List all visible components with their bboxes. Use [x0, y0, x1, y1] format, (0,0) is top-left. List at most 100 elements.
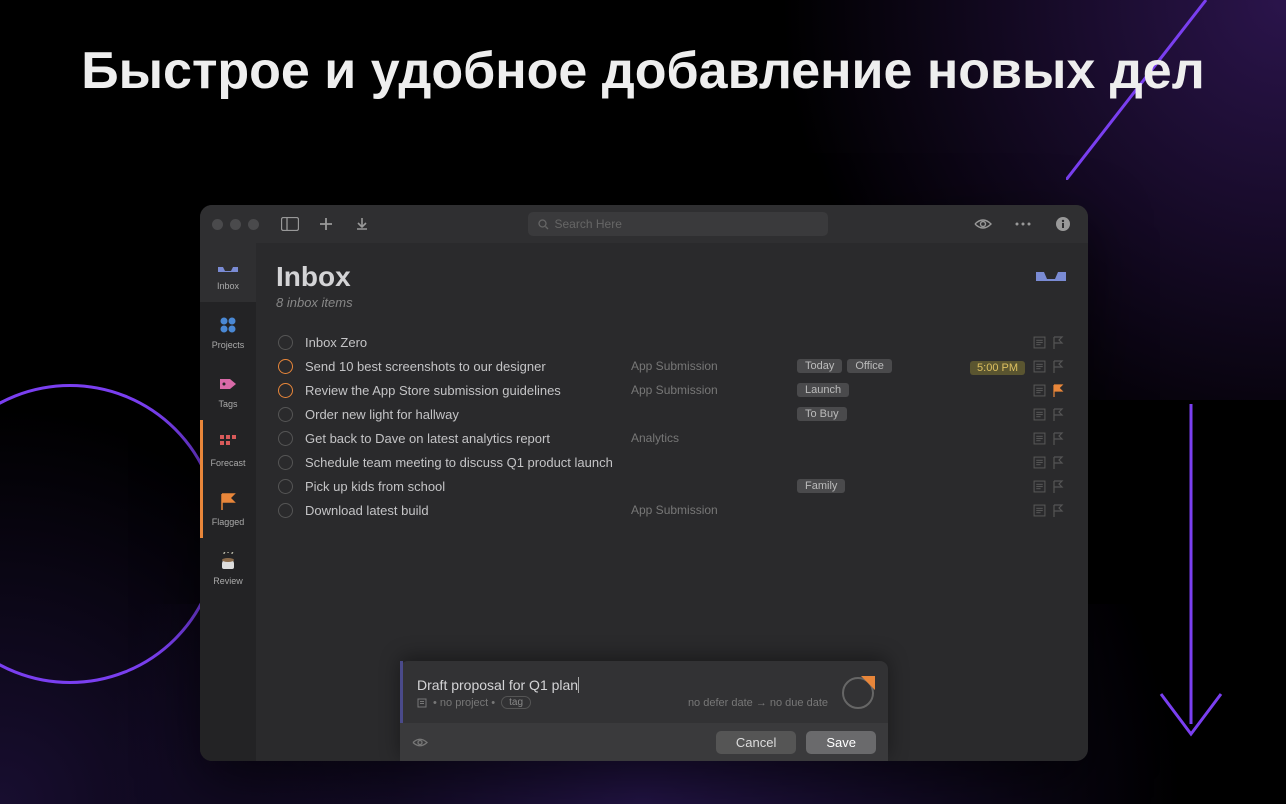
- cancel-button[interactable]: Cancel: [716, 731, 796, 754]
- task-row[interactable]: Schedule team meeting to discuss Q1 prod…: [276, 450, 1068, 474]
- quick-entry-project[interactable]: • no project •: [433, 697, 495, 709]
- quick-entry-dates[interactable]: no defer date → no due date: [688, 697, 828, 709]
- task-tag[interactable]: Today: [797, 359, 842, 373]
- note-icon[interactable]: [1033, 408, 1046, 421]
- task-checkbox[interactable]: [278, 335, 293, 350]
- flag-icon[interactable]: [1052, 384, 1065, 397]
- note-icon[interactable]: [1033, 384, 1046, 397]
- task-tag[interactable]: Office: [847, 359, 892, 373]
- tags-icon: [217, 373, 239, 395]
- task-title: Get back to Dave on latest analytics rep…: [305, 431, 631, 446]
- task-row-icons: [1033, 432, 1065, 445]
- task-row[interactable]: Review the App Store submission guidelin…: [276, 378, 1068, 402]
- decorative-arrow-icon: [1151, 404, 1231, 744]
- eye-icon[interactable]: [970, 211, 996, 237]
- task-project: Analytics: [631, 431, 797, 445]
- quick-entry-eye-icon[interactable]: [412, 737, 428, 748]
- flag-icon[interactable]: [1052, 480, 1065, 493]
- task-checkbox[interactable]: [278, 479, 293, 494]
- task-row-icons: [1033, 384, 1065, 397]
- task-title: Schedule team meeting to discuss Q1 prod…: [305, 455, 631, 470]
- task-list: Inbox Zero Send 10 best screenshots to ou…: [276, 330, 1068, 522]
- quick-entry-status-circle[interactable]: [842, 677, 874, 709]
- page-subtitle: 8 inbox items: [276, 295, 353, 310]
- add-button-icon[interactable]: [313, 211, 339, 237]
- inbox-header-icon: [1034, 261, 1068, 283]
- task-tags: Family: [797, 479, 959, 493]
- window-controls: [212, 219, 259, 230]
- flag-icon[interactable]: [1052, 408, 1065, 421]
- note-icon[interactable]: [1033, 456, 1046, 469]
- sidebar-item-label: Inbox: [217, 281, 239, 291]
- review-icon: [217, 550, 239, 572]
- task-checkbox[interactable]: [278, 383, 293, 398]
- app-window: Search Here Inbox Projects: [200, 205, 1088, 761]
- sidebar-item-flagged[interactable]: Flagged: [200, 479, 256, 538]
- close-window-button[interactable]: [212, 219, 223, 230]
- note-icon[interactable]: [1033, 336, 1046, 349]
- flag-icon[interactable]: [1052, 456, 1065, 469]
- note-icon[interactable]: [1033, 432, 1046, 445]
- task-row-icons: [1033, 480, 1065, 493]
- task-checkbox[interactable]: [278, 431, 293, 446]
- flag-icon[interactable]: [1052, 432, 1065, 445]
- task-row[interactable]: Get back to Dave on latest analytics rep…: [276, 426, 1068, 450]
- quick-entry-title-input[interactable]: Draft proposal for Q1 plan: [417, 677, 828, 693]
- task-row[interactable]: Download latest buildApp Submission: [276, 498, 1068, 522]
- sidebar-item-inbox[interactable]: Inbox: [200, 243, 256, 302]
- task-title: Download latest build: [305, 503, 631, 518]
- task-row[interactable]: Inbox Zero: [276, 330, 1068, 354]
- task-checkbox[interactable]: [278, 503, 293, 518]
- flag-icon[interactable]: [1052, 336, 1065, 349]
- flag-icon: [217, 491, 239, 513]
- task-tag[interactable]: Family: [797, 479, 845, 493]
- projects-icon: [217, 314, 239, 336]
- sidebar-item-review[interactable]: Review: [200, 538, 256, 597]
- sidebar-item-forecast[interactable]: Forecast: [200, 420, 256, 479]
- task-row-icons: [1033, 360, 1065, 373]
- task-project: App Submission: [631, 383, 797, 397]
- quick-entry-panel: Draft proposal for Q1 plan • no project …: [400, 661, 888, 761]
- task-row[interactable]: Order new light for hallway To Buy: [276, 402, 1068, 426]
- note-icon: [417, 698, 427, 708]
- save-button[interactable]: Save: [806, 731, 876, 754]
- task-row[interactable]: Pick up kids from schoolFamily: [276, 474, 1068, 498]
- task-title: Inbox Zero: [305, 335, 631, 350]
- task-row-icons: [1033, 456, 1065, 469]
- task-tag[interactable]: To Buy: [797, 407, 847, 421]
- search-icon: [538, 219, 549, 230]
- note-icon[interactable]: [1033, 480, 1046, 493]
- search-input[interactable]: Search Here: [528, 212, 828, 236]
- task-tag[interactable]: Launch: [797, 383, 849, 397]
- search-placeholder: Search Here: [555, 217, 622, 231]
- task-row[interactable]: Send 10 best screenshots to our designer…: [276, 354, 1068, 378]
- sidebar-toggle-icon[interactable]: [277, 211, 303, 237]
- maximize-window-button[interactable]: [248, 219, 259, 230]
- quick-entry-tag-chip[interactable]: tag: [501, 696, 531, 709]
- note-icon[interactable]: [1033, 504, 1046, 517]
- toolbar: Search Here: [200, 205, 1088, 243]
- task-title: Order new light for hallway: [305, 407, 631, 422]
- sidebar-item-label: Tags: [218, 399, 237, 409]
- task-title: Review the App Store submission guidelin…: [305, 383, 631, 398]
- download-icon[interactable]: [349, 211, 375, 237]
- sidebar-item-label: Projects: [212, 340, 245, 350]
- flag-icon[interactable]: [1052, 360, 1065, 373]
- task-row-icons: [1033, 336, 1065, 349]
- note-icon[interactable]: [1033, 360, 1046, 373]
- task-checkbox[interactable]: [278, 359, 293, 374]
- sidebar-item-tags[interactable]: Tags: [200, 361, 256, 420]
- sidebar: Inbox Projects Tags Forecast Flagged: [200, 243, 256, 761]
- sidebar-item-label: Forecast: [210, 458, 245, 468]
- task-tags: Today Office: [797, 359, 959, 373]
- more-icon[interactable]: [1010, 211, 1036, 237]
- sidebar-item-projects[interactable]: Projects: [200, 302, 256, 361]
- task-checkbox[interactable]: [278, 407, 293, 422]
- task-checkbox[interactable]: [278, 455, 293, 470]
- forecast-icon: [217, 432, 239, 454]
- inbox-icon: [217, 255, 239, 277]
- flag-icon[interactable]: [1052, 504, 1065, 517]
- minimize-window-button[interactable]: [230, 219, 241, 230]
- info-icon[interactable]: [1050, 211, 1076, 237]
- sidebar-item-label: Flagged: [212, 517, 245, 527]
